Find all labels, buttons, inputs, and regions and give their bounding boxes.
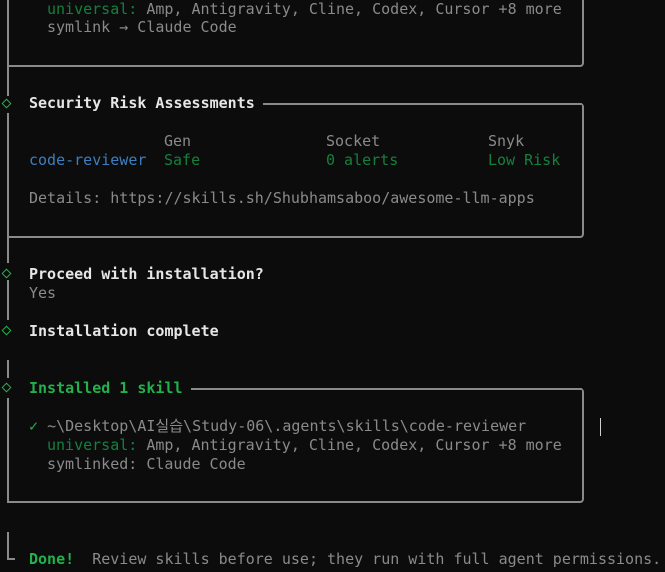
proceed-rail xyxy=(7,280,9,320)
security-left-rail xyxy=(7,113,9,263)
column-header-snyk: Snyk xyxy=(488,132,525,150)
top-symlink-text: symlink → Claude Code xyxy=(47,18,237,36)
installed-left-rail xyxy=(7,398,9,503)
text-cursor xyxy=(600,418,601,436)
done-rail xyxy=(7,532,9,560)
proceed-answer: Yes xyxy=(29,284,57,302)
check-icon: ✓ xyxy=(29,417,39,435)
security-box-frame xyxy=(9,103,584,238)
installed-universal-agents: Amp, Antigravity, Cline, Codex, Cursor +… xyxy=(137,436,562,454)
top-universal-line: universal: Amp, Antigravity, Cline, Code… xyxy=(47,0,562,19)
complete-step-icon xyxy=(1,325,12,336)
installed-universal-label: universal: xyxy=(47,436,138,454)
security-box-top-border xyxy=(263,103,582,105)
column-header-gen: Gen xyxy=(164,132,192,150)
gen-status: Safe xyxy=(164,151,201,169)
installed-box-top-border xyxy=(191,388,582,390)
installed-symlinked-text: symlinked: Claude Code xyxy=(47,455,246,473)
column-header-socket: Socket xyxy=(326,132,381,150)
top-universal-label: universal: xyxy=(47,0,138,18)
installed-path: ~\Desktop\AI실습\Study-06\.agents\skills\c… xyxy=(47,417,527,435)
install-complete-text: Installation complete xyxy=(29,322,219,340)
proceed-step-icon xyxy=(1,268,12,279)
done-line: Done! Review skills before use; they run… xyxy=(29,550,661,569)
snyk-status: Low Risk xyxy=(488,151,561,169)
socket-status: 0 alerts xyxy=(326,151,399,169)
done-message: Review skills before use; they run with … xyxy=(74,550,662,568)
done-label: Done! xyxy=(29,550,75,568)
security-skill-name: code-reviewer xyxy=(29,151,147,169)
top-universal-agents: Amp, Antigravity, Cline, Codex, Cursor +… xyxy=(137,0,562,18)
complete-rail xyxy=(7,360,9,378)
security-details-link[interactable]: Details: https://skills.sh/Shubhamsaboo/… xyxy=(29,189,535,208)
installed-universal-line: universal: Amp, Antigravity, Cline, Code… xyxy=(47,436,562,455)
proceed-question: Proceed with installation? xyxy=(29,265,264,283)
installed-path-line: ✓ ~\Desktop\AI실습\Study-06\.agents\skills… xyxy=(29,417,526,436)
done-rail-end xyxy=(7,558,15,560)
